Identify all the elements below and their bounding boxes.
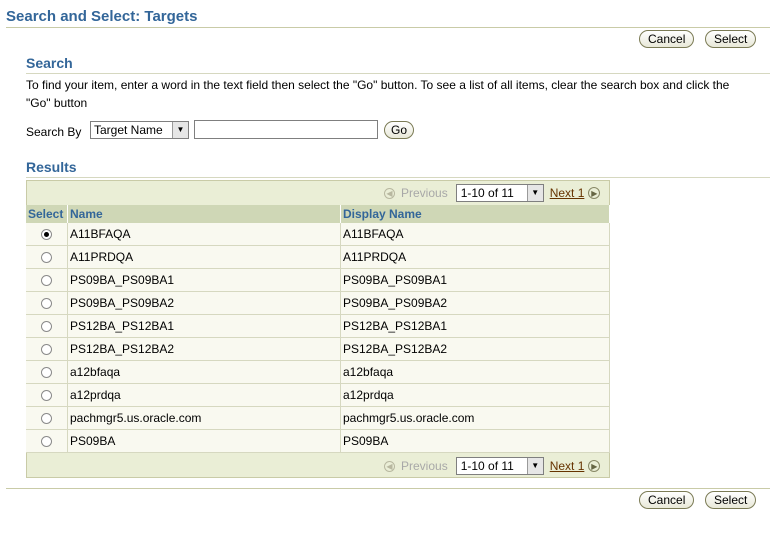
search-heading: Search	[26, 55, 73, 71]
table-row[interactable]: a12prdqa a12prdqa	[26, 383, 610, 407]
name-cell: A11PRDQA	[67, 245, 341, 269]
table-row[interactable]: A11BFAQA A11BFAQA	[26, 223, 610, 246]
select-cell	[26, 314, 68, 338]
display-name-cell: pachmgr5.us.oracle.com	[340, 406, 610, 430]
previous-icon: ◀	[384, 460, 395, 472]
name-cell: PS12BA_PS12BA1	[67, 314, 341, 338]
table-row[interactable]: PS09BA_PS09BA1 PS09BA_PS09BA1	[26, 268, 610, 292]
row-radio[interactable]	[41, 275, 52, 287]
display-name-cell: PS09BA_PS09BA1	[340, 268, 610, 292]
pagination-top: ◀ Previous 1-10 of 11 ▼ Next 1 ▶	[384, 183, 601, 203]
dropdown-arrow-icon[interactable]: ▼	[526, 185, 543, 201]
select-button-top[interactable]: Select	[705, 30, 757, 48]
row-radio[interactable]	[41, 252, 52, 264]
header-divider	[6, 27, 770, 28]
table-row[interactable]: pachmgr5.us.oracle.com pachmgr5.us.oracle…	[26, 406, 610, 430]
row-radio[interactable]	[41, 321, 52, 333]
search-by-label: Search By	[26, 125, 82, 139]
select-cell	[26, 360, 68, 384]
go-button[interactable]: Go	[384, 121, 415, 139]
row-radio[interactable]	[41, 436, 52, 448]
range-select[interactable]: 1-10 of 11 ▼	[455, 457, 544, 475]
table-row[interactable]: PS12BA_PS12BA1 PS12BA_PS12BA1	[26, 314, 610, 338]
row-radio[interactable]	[41, 413, 52, 425]
display-name-cell: a12bfaqa	[340, 360, 610, 384]
name-cell: pachmgr5.us.oracle.com	[67, 406, 341, 430]
next-icon[interactable]: ▶	[588, 460, 601, 472]
name-cell: PS09BA_PS09BA2	[67, 291, 341, 315]
select-cell	[26, 429, 68, 453]
range-value: 1-10 of 11	[460, 186, 514, 200]
dropdown-arrow-icon[interactable]: ▼	[172, 122, 188, 138]
display-name-cell: a12prdqa	[340, 383, 610, 407]
name-cell: a12prdqa	[67, 383, 341, 407]
table-row[interactable]: PS12BA_PS12BA2 PS12BA_PS12BA2	[26, 337, 610, 361]
display-name-cell: A11BFAQA	[340, 223, 610, 246]
select-cell	[26, 406, 68, 430]
search-instructions: To find your item, enter a word in the t…	[26, 78, 730, 110]
pagination-bottom: ◀ Previous 1-10 of 11 ▼ Next 1 ▶	[384, 456, 601, 476]
range-select[interactable]: 1-10 of 11 ▼	[455, 184, 544, 202]
select-cell	[26, 245, 68, 269]
column-header-display-name: Display Name	[340, 205, 610, 223]
row-radio[interactable]	[41, 367, 52, 379]
name-cell: PS09BA	[67, 429, 341, 453]
range-value: 1-10 of 11	[460, 459, 514, 473]
search-divider	[26, 73, 770, 74]
name-cell: PS09BA_PS09BA1	[67, 268, 341, 292]
search-by-select[interactable]: Target Name ▼	[90, 121, 189, 139]
column-header-name: Name	[67, 205, 341, 223]
row-radio[interactable]	[41, 390, 52, 402]
select-button-bottom[interactable]: Select	[705, 491, 757, 509]
display-name-cell: PS09BA_PS09BA2	[340, 291, 610, 315]
select-cell	[26, 291, 68, 315]
row-radio[interactable]	[41, 298, 52, 310]
results-heading: Results	[26, 159, 77, 175]
results-divider	[26, 177, 770, 178]
next-link[interactable]: Next 1	[550, 459, 585, 473]
search-input[interactable]	[194, 120, 378, 139]
page-title: Search and Select: Targets	[6, 8, 198, 25]
display-name-cell: PS12BA_PS12BA1	[340, 314, 610, 338]
display-name-cell: A11PRDQA	[340, 245, 610, 269]
next-link[interactable]: Next 1	[550, 186, 585, 200]
select-cell	[26, 223, 68, 246]
display-name-cell: PS09BA	[340, 429, 610, 453]
select-cell	[26, 268, 68, 292]
select-cell	[26, 383, 68, 407]
table-row[interactable]: a12bfaqa a12bfaqa	[26, 360, 610, 384]
results-table: Select Name Display Name A11BFAQA A11BFAQ…	[26, 205, 610, 453]
cancel-button-top[interactable]: Cancel	[639, 30, 695, 48]
previous-link: Previous	[401, 186, 448, 200]
row-radio[interactable]	[41, 344, 52, 356]
name-cell: a12bfaqa	[67, 360, 341, 384]
row-radio[interactable]	[41, 229, 52, 241]
display-name-cell: PS12BA_PS12BA2	[340, 337, 610, 361]
footer-divider	[6, 488, 770, 489]
cancel-button-bottom[interactable]: Cancel	[639, 491, 695, 509]
table-row[interactable]: A11PRDQA A11PRDQA	[26, 245, 610, 269]
table-row[interactable]: PS09BA PS09BA	[26, 429, 610, 453]
next-icon[interactable]: ▶	[588, 187, 601, 199]
search-by-value: Target Name	[94, 123, 163, 137]
previous-link: Previous	[401, 459, 448, 473]
previous-icon: ◀	[384, 187, 395, 199]
table-row[interactable]: PS09BA_PS09BA2 PS09BA_PS09BA2	[26, 291, 610, 315]
column-header-select: Select	[26, 205, 68, 223]
name-cell: A11BFAQA	[67, 223, 341, 246]
dropdown-arrow-icon[interactable]: ▼	[526, 458, 543, 474]
name-cell: PS12BA_PS12BA2	[67, 337, 341, 361]
select-cell	[26, 337, 68, 361]
